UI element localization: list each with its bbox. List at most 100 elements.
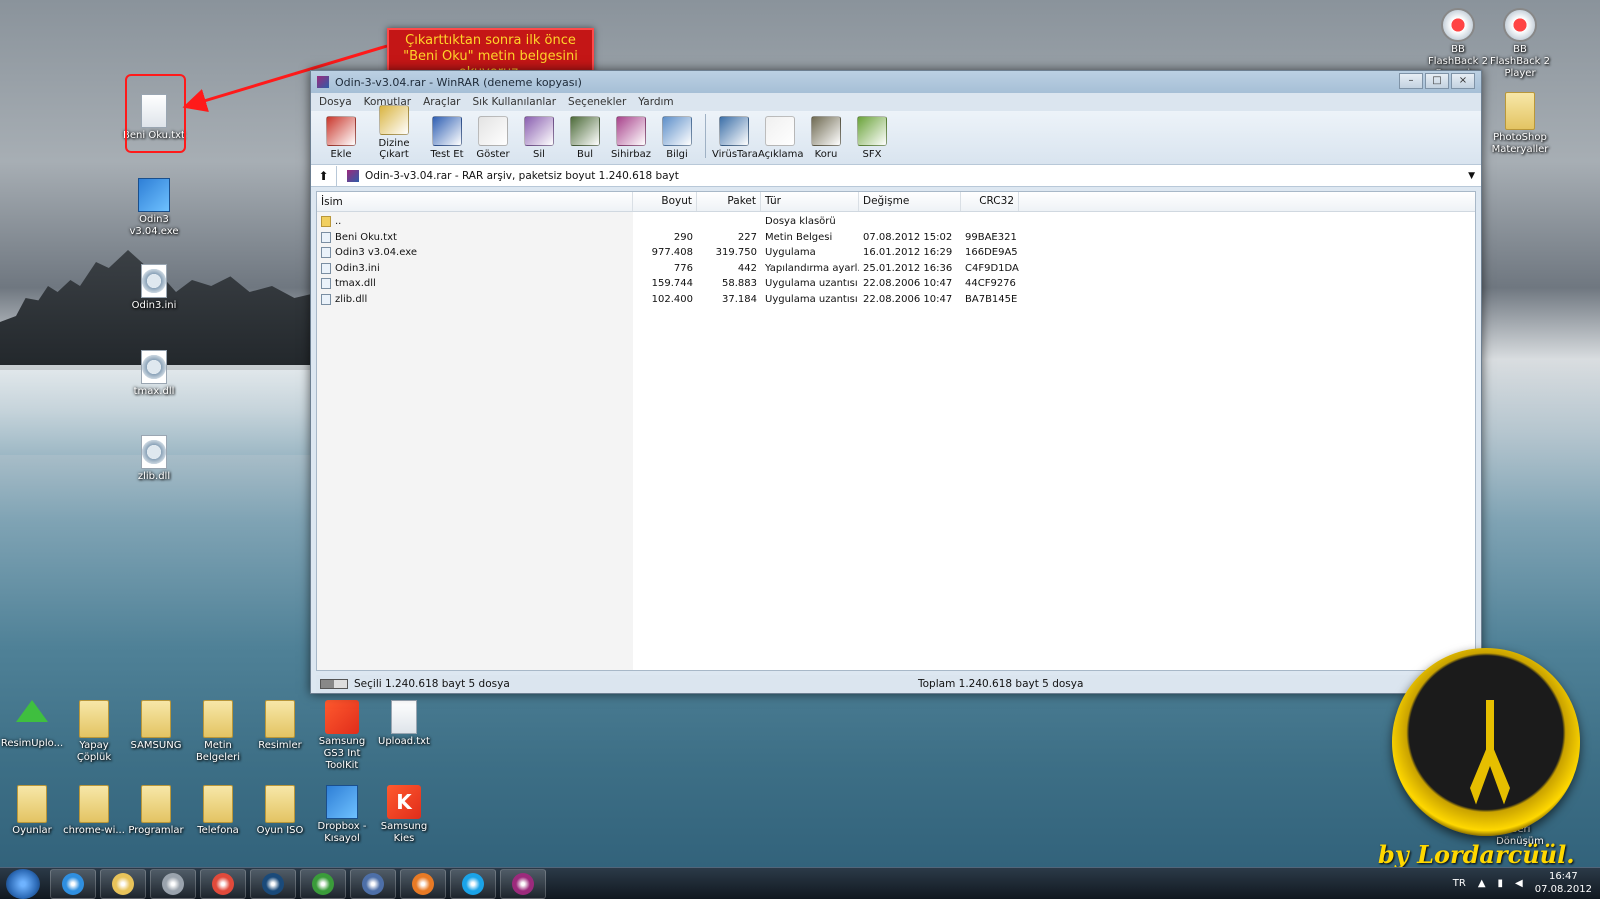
desktop-icon-resimler[interactable]: Resimler xyxy=(248,700,312,752)
column-header-type[interactable]: Tür xyxy=(761,192,859,211)
desktop-icon-resimupload[interactable]: ResimUplo... xyxy=(0,700,64,750)
toolbar-virus-scan-button[interactable]: VirüsTara xyxy=(712,116,758,160)
taskbar-chrome[interactable] xyxy=(200,868,246,899)
row-name: Beni Oku.txt xyxy=(335,231,397,243)
taskbar-winrar[interactable] xyxy=(500,868,546,899)
volume-icon[interactable]: ◀ xyxy=(1515,878,1523,889)
row-crc: C4F9D1DA xyxy=(965,262,1019,274)
up-arrow-icon: ⬆ xyxy=(318,168,329,183)
chevron-down-icon[interactable]: ▼ xyxy=(1468,171,1481,181)
window-titlebar[interactable]: Odin-3-v3.04.rar - WinRAR (deneme kopyas… xyxy=(311,71,1481,93)
up-folder-button[interactable]: ⬆ xyxy=(311,165,337,186)
desktop-icon-zlib-dll[interactable]: zlib.dll xyxy=(122,435,186,483)
toolbar-protect-button[interactable]: Koru xyxy=(804,116,848,160)
desktop-icon-label: Yapay Çöplük xyxy=(76,740,112,763)
taskbar-utorrent[interactable] xyxy=(300,868,346,899)
column-header-size[interactable]: Boyut xyxy=(633,192,697,211)
toolbar-test-button[interactable]: Test Et xyxy=(425,116,469,160)
network-icon[interactable]: ▮ xyxy=(1498,878,1504,889)
toolbar-extract-button[interactable]: Dizine Çıkart xyxy=(365,105,423,160)
extract-icon xyxy=(379,105,409,135)
row-name: Odin3 v3.04.exe xyxy=(335,247,417,259)
desktop-icon-odin-exe[interactable]: Odin3 v3.04.exe xyxy=(122,178,186,238)
dropbox-icon xyxy=(326,785,358,819)
desktop-icon-tmax-dll[interactable]: tmax.dll xyxy=(122,350,186,398)
file-rows: .. Dosya klasörü Beni Oku.txt 290 227 Me… xyxy=(317,214,1475,307)
winrar-icon xyxy=(512,872,534,895)
photoshop-icon xyxy=(262,872,284,895)
column-header-packed[interactable]: Paket xyxy=(697,192,761,211)
table-row[interactable]: Odin3 v3.04.exe 977.408 319.750 Uygulama… xyxy=(317,245,1475,261)
desktop-icon-telefona[interactable]: Telefona xyxy=(186,785,250,837)
start-button[interactable] xyxy=(6,868,40,899)
table-row[interactable]: tmax.dll 159.744 58.883 Uygulama uzantıs… xyxy=(317,276,1475,292)
desktop-icon-metin-belgeleri[interactable]: Metin Belgeleri xyxy=(186,700,250,764)
folder-icon xyxy=(203,700,233,738)
column-header-name[interactable]: İsim xyxy=(317,192,633,211)
desktop-icon-oyun-iso[interactable]: Oyun ISO xyxy=(248,785,312,837)
table-row[interactable]: .. Dosya klasörü xyxy=(317,214,1475,230)
taskbar-skype[interactable] xyxy=(450,868,496,899)
toolbar-delete-button[interactable]: Sil xyxy=(517,116,561,160)
desktop-icon-yapay-copluk[interactable]: Yapay Çöplük xyxy=(62,700,126,764)
desktop-icon-samsung[interactable]: SAMSUNG xyxy=(124,700,188,752)
desktop-icon-gs3-toolkit[interactable]: Samsung GS3 Int ToolKit xyxy=(310,700,374,772)
desktop-icon-samsung-kies[interactable]: K Samsung Kies xyxy=(372,785,436,845)
desktop-icon-dropbox[interactable]: Dropbox - Kısayol xyxy=(310,785,374,845)
folder-up-icon xyxy=(321,216,331,228)
language-indicator[interactable]: TR xyxy=(1453,878,1466,889)
desktop-icon-label: BB FlashBack 2 Player xyxy=(1489,44,1551,79)
taskbar-firefox[interactable] xyxy=(400,868,446,899)
menu-yardim[interactable]: Yardım xyxy=(638,96,673,108)
toolbar-sfx-button[interactable]: SFX xyxy=(850,116,894,160)
menu-sik-kullanilanlar[interactable]: Sık Kullanılanlar xyxy=(473,96,557,108)
close-button[interactable]: × xyxy=(1451,73,1475,89)
menu-dosya[interactable]: Dosya xyxy=(319,96,352,108)
desktop-icon-chrome-wi[interactable]: chrome-wi... xyxy=(62,785,126,837)
toolbar-comment-button[interactable]: Açıklama xyxy=(758,116,804,160)
winrar-app-icon xyxy=(317,76,329,88)
toolbar-add-button[interactable]: Ekle xyxy=(319,116,363,160)
desktop-icon-photoshop-materyaller[interactable]: PhotoShop Materyaller xyxy=(1488,92,1552,156)
desktop-icon-label: Upload.txt xyxy=(378,736,430,747)
flashback-icon xyxy=(362,872,384,895)
taskbar-explorer[interactable] xyxy=(100,868,146,899)
folder-icon xyxy=(17,785,47,823)
taskbar-chrome-gray[interactable] xyxy=(150,868,196,899)
desktop-icon-flashback-player[interactable]: BB FlashBack 2 Player xyxy=(1488,8,1552,80)
drive-key-icon xyxy=(320,679,348,689)
table-row[interactable]: zlib.dll 102.400 37.184 Uygulama uzantıs… xyxy=(317,292,1475,308)
taskbar-photoshop[interactable] xyxy=(250,868,296,899)
menu-araclar[interactable]: Araçlar xyxy=(423,96,460,108)
row-type: Uygulama xyxy=(765,247,816,259)
tray-expand-icon[interactable]: ▲ xyxy=(1478,878,1486,889)
explorer-icon xyxy=(112,872,134,895)
menu-secenekler[interactable]: Seçenekler xyxy=(568,96,626,108)
desktop-icon-oyunlar[interactable]: Oyunlar xyxy=(0,785,64,837)
table-row[interactable]: Odin3.ini 776 442 Yapılandırma ayarl... … xyxy=(317,261,1475,277)
row-modified: 07.08.2012 15:02 xyxy=(863,231,953,243)
maximize-button[interactable]: □ xyxy=(1425,73,1449,89)
desktop-icon-label: Samsung Kies xyxy=(380,821,428,844)
toolbar-view-button[interactable]: Göster xyxy=(471,116,515,160)
toolbar-info-button[interactable]: Bilgi xyxy=(655,116,699,160)
taskbar-flashback[interactable] xyxy=(350,868,396,899)
desktop-icon-programlar[interactable]: Programlar xyxy=(124,785,188,837)
table-row[interactable]: Beni Oku.txt 290 227 Metin Belgesi 07.08… xyxy=(317,230,1475,246)
folder-icon xyxy=(1505,92,1535,130)
folder-icon xyxy=(79,700,109,738)
desktop-icon-odin-ini[interactable]: Odin3.ini xyxy=(122,264,186,312)
address-bar: ⬆ Odin-3-v3.04.rar - RAR arşiv, paketsiz… xyxy=(311,165,1481,187)
signature-watermark: by Lordarcüül. xyxy=(1378,840,1575,869)
toolbar-wizard-button[interactable]: Sihirbaz xyxy=(609,116,653,160)
skype-icon xyxy=(462,872,484,895)
clock[interactable]: 16:47 07.08.2012 xyxy=(1535,870,1592,896)
column-header-modified[interactable]: Değişme xyxy=(859,192,961,211)
folder-icon xyxy=(265,700,295,738)
folder-icon xyxy=(79,785,109,823)
column-header-crc32[interactable]: CRC32 xyxy=(961,192,1019,211)
minimize-button[interactable]: – xyxy=(1399,73,1423,89)
toolbar-find-button[interactable]: Bul xyxy=(563,116,607,160)
desktop-icon-upload-txt[interactable]: Upload.txt xyxy=(372,700,436,748)
taskbar-ie[interactable] xyxy=(50,868,96,899)
